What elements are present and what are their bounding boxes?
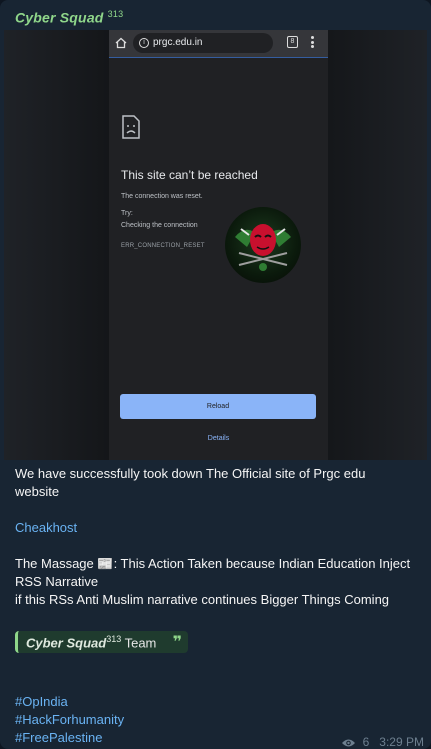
massage-prefix: The Massage	[15, 556, 98, 571]
sad-page-icon	[122, 115, 140, 139]
error-message: The connection was reset.	[121, 193, 203, 200]
url-text: prgc.edu.in	[153, 37, 203, 48]
message-text-paragraph: We have successfully took down The Offic…	[15, 465, 425, 501]
view-count: 6	[362, 735, 370, 749]
reload-button: Reload	[120, 394, 316, 419]
sender-name-text: Cyber Squad	[15, 9, 104, 26]
message-bubble: Cyber Squad 313 i prgc.edu.in 8 This sit…	[0, 0, 431, 749]
massage-line: if this RSs Anti Muslim narrative contin…	[15, 592, 390, 607]
quote-block: Cyber Squad313 Team ❞	[15, 631, 188, 653]
massage-paragraph: The Massage 📰: This Action Taken because…	[15, 555, 425, 609]
quote-name: Cyber Squad	[26, 635, 107, 651]
message-link[interactable]: Cheakhost	[15, 519, 425, 537]
load-progress-line	[109, 57, 328, 58]
home-icon	[115, 37, 127, 49]
message-text-line: We have successfully took down The Offic…	[15, 466, 366, 481]
sender-name[interactable]: Cyber Squad 313	[15, 9, 123, 26]
massage-rest: : This Action Taken because Indian Educa…	[113, 556, 411, 571]
quote-suffix: 313	[106, 634, 122, 644]
browser-address-bar: i prgc.edu.in 8	[109, 30, 328, 58]
newspaper-emoji-icon: 📰	[97, 556, 114, 571]
details-link: Details	[207, 435, 230, 442]
eye-icon	[342, 739, 356, 747]
try-label: Try:	[121, 210, 133, 217]
message-media-screenshot[interactable]: i prgc.edu.in 8 This site can’t be reach…	[4, 30, 427, 460]
group-logo-image	[225, 207, 301, 283]
error-code: ERR_CONNECTION_RESET	[121, 243, 205, 249]
massage-line: RSS Narrative	[15, 574, 99, 589]
quote-text: Cyber Squad313 Team	[26, 634, 156, 650]
hashtag-link[interactable]: #OpIndia	[15, 693, 425, 711]
tab-count-icon: 8	[287, 36, 298, 48]
mask-emblem-icon	[235, 224, 291, 271]
message-text-line: website	[15, 484, 60, 499]
error-title: This site can’t be reached	[121, 168, 258, 182]
message-time: 3:29 PM	[379, 735, 424, 749]
more-menu-icon	[309, 36, 315, 50]
sender-suffix: 313	[107, 9, 124, 19]
hashtag-link[interactable]: #HackForhumanity	[15, 711, 425, 729]
try-item: Checking the connection	[121, 222, 198, 229]
url-box: i prgc.edu.in	[133, 33, 273, 53]
phone-screenshot: i prgc.edu.in 8 This site can’t be reach…	[109, 30, 328, 460]
quote-rest: Team	[121, 635, 157, 651]
message-meta: 6 3:29 PM	[341, 735, 424, 749]
quote-mark-icon: ❞	[172, 634, 182, 651]
info-icon: i	[139, 38, 149, 48]
